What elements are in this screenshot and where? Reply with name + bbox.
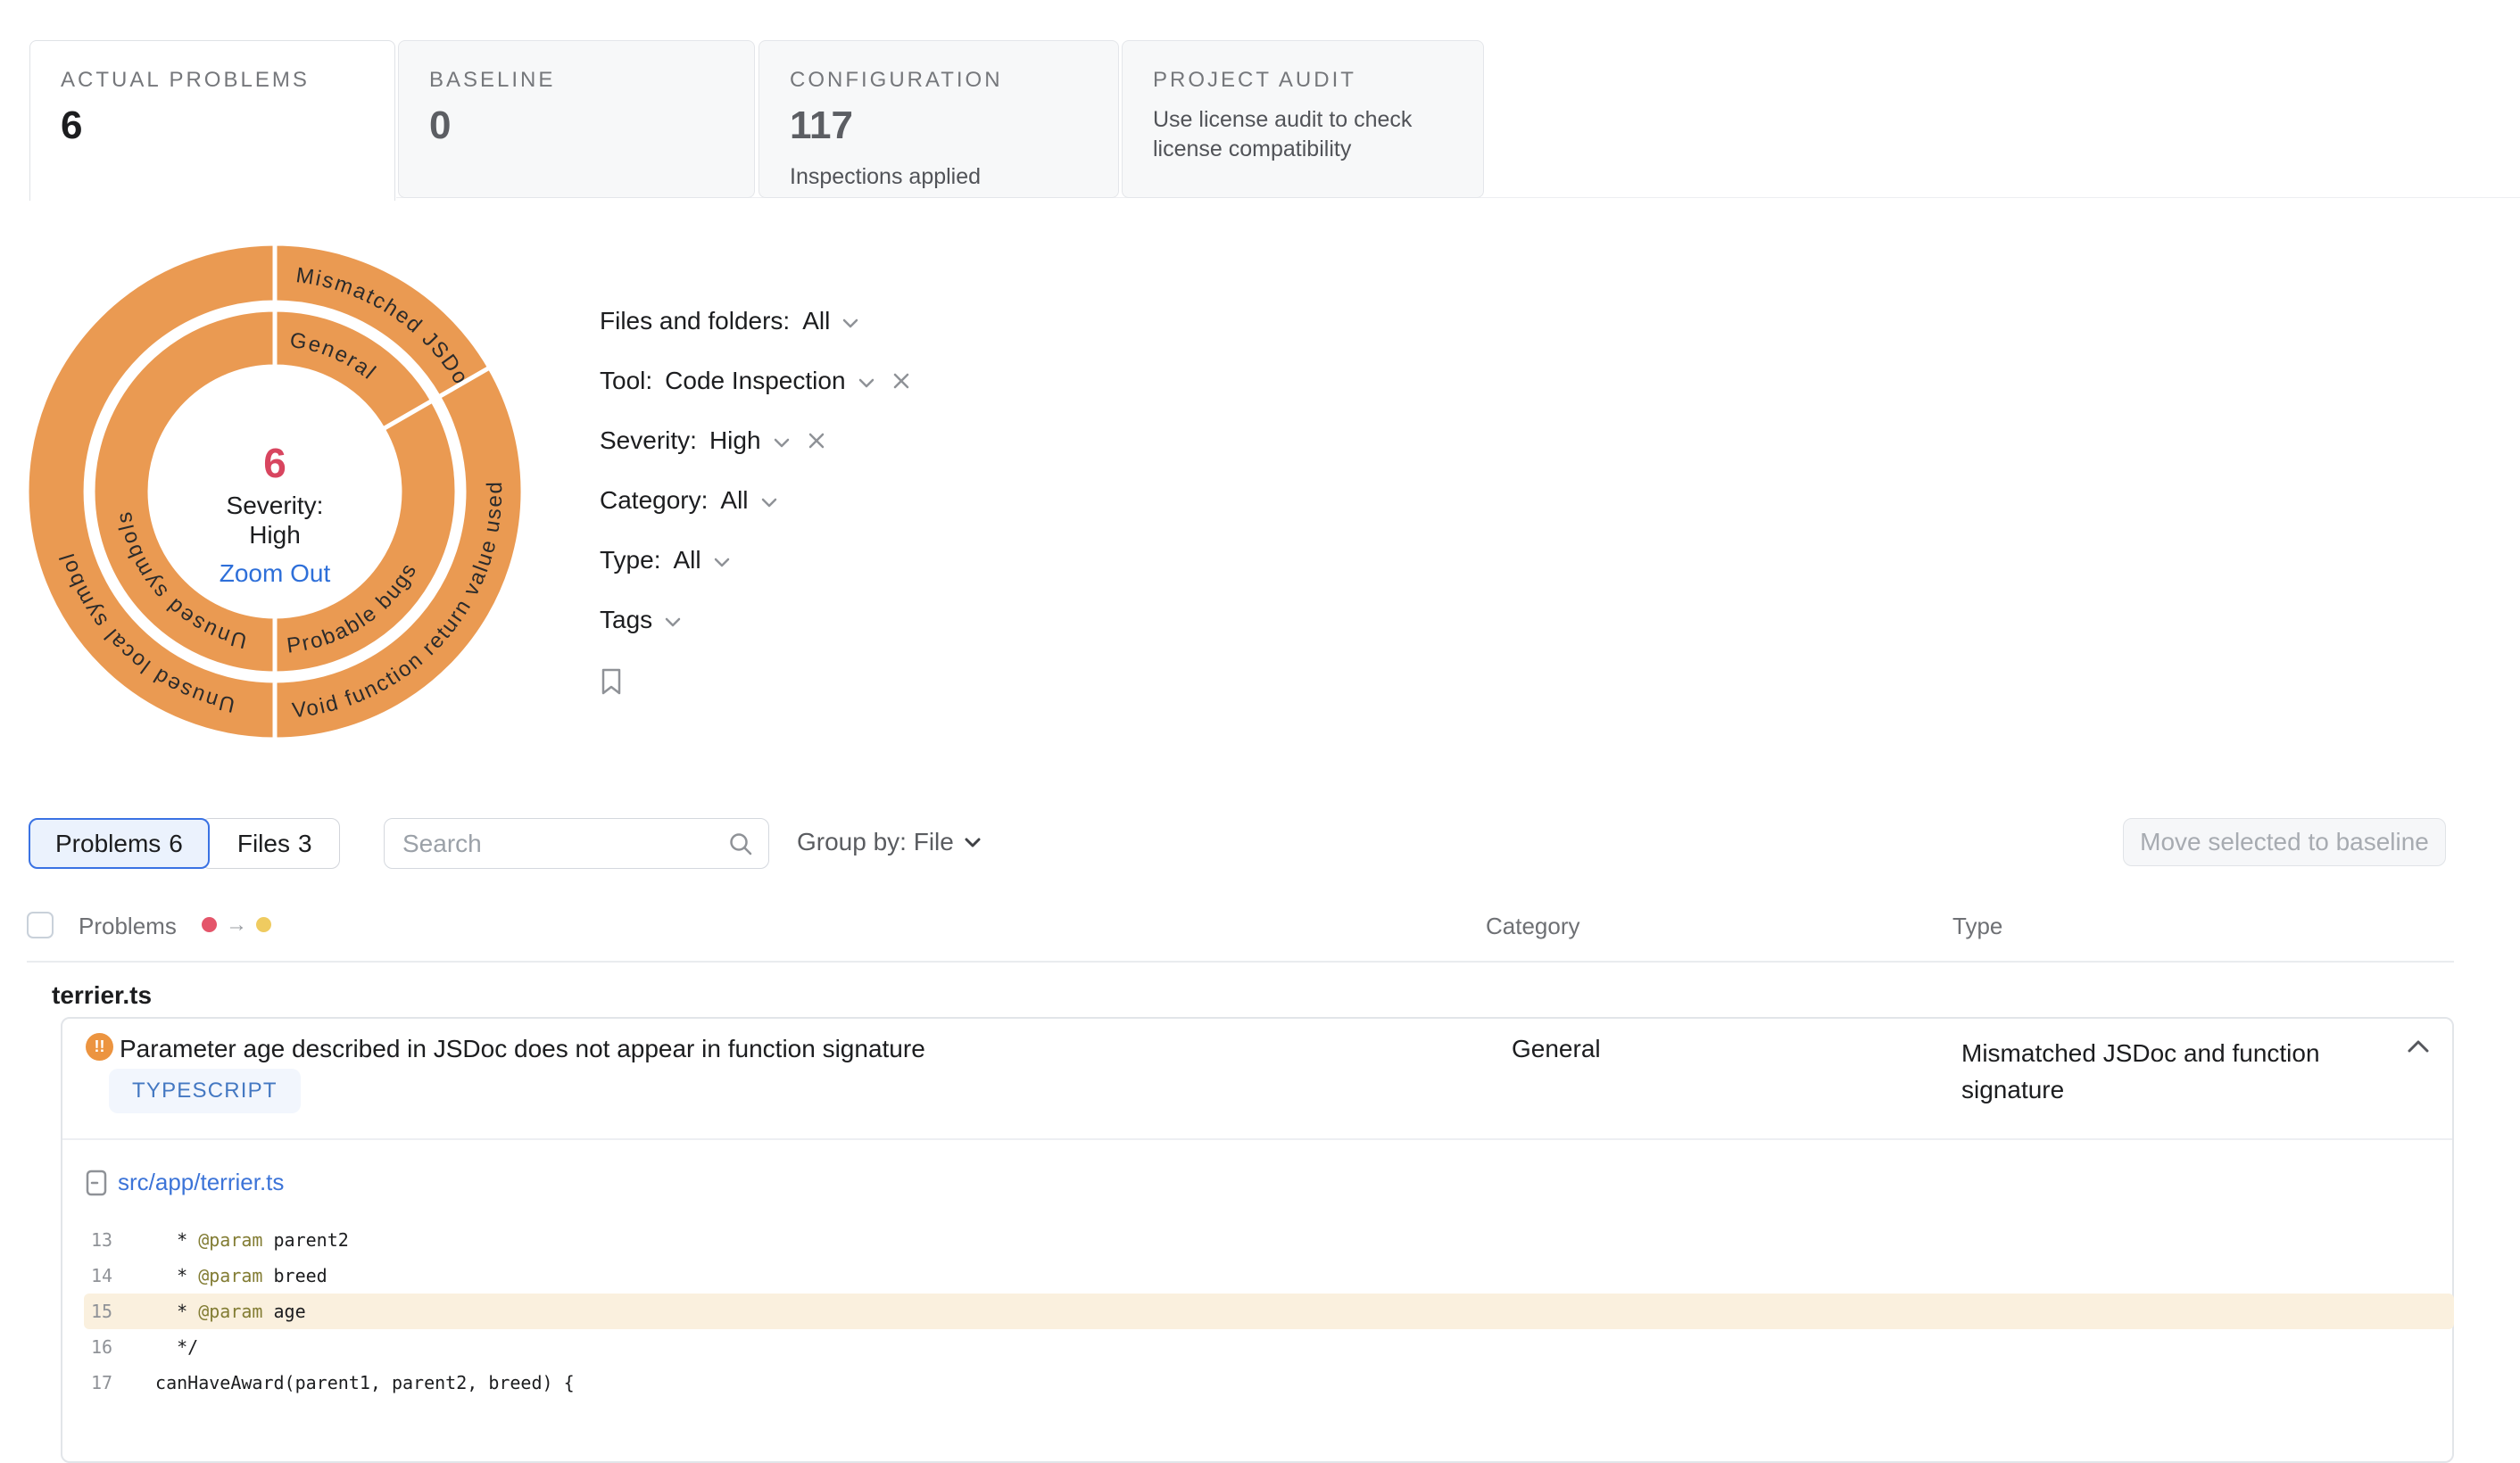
language-badge: TYPESCRIPT [109, 1069, 301, 1113]
line-number: 17 [91, 1372, 113, 1393]
line-number: 15 [91, 1301, 113, 1322]
code-line: 13 * @param parent2 [84, 1222, 2454, 1258]
bookmark-icon [601, 668, 621, 695]
tab-value: 6 [61, 103, 83, 147]
group-by-dropdown[interactable]: Group by: File [797, 828, 981, 856]
chevron-down-icon [965, 838, 981, 847]
column-problems: Problems [79, 913, 177, 939]
filter-label: Tool: [600, 367, 653, 394]
tab-description: Inspections applied [790, 164, 982, 189]
code-text: canHaveAward(parent1, parent2, breed) { [145, 1372, 575, 1393]
filter-value: All [802, 307, 831, 335]
card-divider [62, 1138, 2452, 1140]
tab-label: PROJECT AUDIT [1153, 68, 1356, 92]
tab-files[interactable]: Files 3 [200, 818, 340, 869]
arrow-right-icon: → [226, 913, 247, 937]
tab-project-audit[interactable]: PROJECT AUDIT Use license audit to check… [1122, 40, 1484, 198]
tab-files-label: Files [236, 829, 290, 857]
severity-high-dot [202, 917, 217, 932]
remove-filter-icon[interactable] [892, 372, 910, 390]
file-group-title: terrier.ts [52, 981, 153, 1009]
filter-label: Severity: [600, 426, 697, 454]
group-by-label: Group by: File [797, 828, 954, 855]
tab-problems-label: Problems [55, 829, 162, 857]
code-text: */ [145, 1336, 199, 1358]
column-category: Category [1486, 913, 1580, 939]
problem-count: 6 [263, 440, 286, 486]
tab-problems-count: 6 [169, 829, 183, 857]
code-text: * @param age [145, 1301, 306, 1322]
filter-value: All [673, 546, 701, 574]
chevron-down-icon [843, 318, 858, 327]
problem-row: !! Parameter age described in JSDoc does… [61, 1017, 2454, 1463]
tab-problems[interactable]: Problems 6 [29, 818, 210, 869]
filter-tool[interactable]: Tool: Code Inspection [600, 367, 910, 394]
tab-description: Use license audit to check license compa… [1153, 107, 1413, 161]
code-text: * @param parent2 [145, 1229, 349, 1251]
chevron-down-icon [858, 378, 874, 387]
tab-value: 0 [429, 103, 452, 147]
select-all-checkbox[interactable] [27, 912, 54, 938]
severity-moderate-dot [256, 917, 271, 932]
search-box [384, 818, 769, 869]
problem-title[interactable]: Parameter age described in JSDoc does no… [120, 1035, 925, 1063]
tab-configuration[interactable]: CONFIGURATION 117 Inspections applied [758, 40, 1119, 198]
chevron-up-icon [2408, 1040, 2429, 1053]
save-filter-bookmark[interactable] [600, 668, 910, 695]
filter-label: Type: [600, 546, 661, 574]
filter-type[interactable]: Type: All [600, 546, 910, 574]
filters-panel: Files and folders: All Tool: Code Inspec… [600, 307, 910, 695]
view-switcher: Problems 6 Files 3 [29, 818, 340, 869]
problem-type: Mismatched JSDoc and function signature [1961, 1039, 2320, 1103]
file-icon [86, 1170, 107, 1195]
search-icon [730, 832, 752, 855]
severity-value: High [249, 521, 301, 549]
line-number: 14 [91, 1265, 113, 1286]
tab-files-count: 3 [297, 829, 312, 857]
filter-label: Tags [600, 606, 653, 633]
filter-files-and-folders[interactable]: Files and folders: All [600, 307, 910, 335]
severity-label: Severity: [226, 492, 324, 519]
code-line: 16 */ [84, 1329, 2454, 1365]
tab-actual-problems[interactable]: ACTUAL PROBLEMS 6 [29, 40, 395, 201]
source-file-link[interactable]: src/app/terrier.ts [86, 1169, 284, 1196]
filter-value: High [709, 426, 761, 454]
code-snippet: 13 * @param parent2 14 * @param breed 15… [84, 1222, 2454, 1401]
chevron-down-icon [761, 498, 776, 507]
problem-category: General [1512, 1035, 1601, 1062]
zoom-out-link[interactable]: Zoom Out [141, 559, 409, 588]
filter-label: Files and folders: [600, 307, 791, 335]
sunburst-center: 6 Severity: High Zoom Out [141, 441, 409, 588]
tab-value: 117 [790, 103, 853, 147]
search-input[interactable] [402, 829, 727, 858]
chevron-down-icon [774, 438, 789, 447]
filter-value: Code Inspection [665, 367, 846, 394]
filter-tags[interactable]: Tags [600, 606, 910, 633]
column-type: Type [1952, 913, 2003, 939]
tab-label: BASELINE [429, 68, 556, 92]
line-number: 16 [91, 1336, 113, 1358]
remove-filter-icon[interactable] [808, 432, 825, 450]
header-divider [27, 961, 2454, 963]
code-line: 17 canHaveAward(parent1, parent2, breed)… [84, 1365, 2454, 1401]
file-path: src/app/terrier.ts [118, 1169, 285, 1195]
code-line: 14 * @param breed [84, 1258, 2454, 1294]
chevron-down-icon [665, 617, 681, 626]
tab-baseline[interactable]: BASELINE 0 [398, 40, 755, 198]
severity-high-icon: !! [86, 1033, 113, 1061]
filter-category[interactable]: Category: All [600, 486, 910, 514]
code-text: * @param breed [145, 1265, 327, 1286]
move-button-label: Move selected to baseline [2140, 828, 2429, 855]
move-selected-to-baseline-button[interactable]: Move selected to baseline [2123, 818, 2446, 866]
filter-label: Category: [600, 486, 709, 514]
collapse-row-button[interactable] [2408, 1040, 2429, 1057]
severity-legend: → [202, 913, 271, 937]
code-line-highlighted: 15 * @param age [84, 1294, 2454, 1329]
filter-severity[interactable]: Severity: High [600, 426, 910, 454]
tab-label: ACTUAL PROBLEMS [61, 68, 310, 92]
chevron-down-icon [714, 558, 729, 566]
line-number: 13 [91, 1229, 113, 1251]
tab-label: CONFIGURATION [790, 68, 1003, 92]
filter-value: All [720, 486, 749, 514]
